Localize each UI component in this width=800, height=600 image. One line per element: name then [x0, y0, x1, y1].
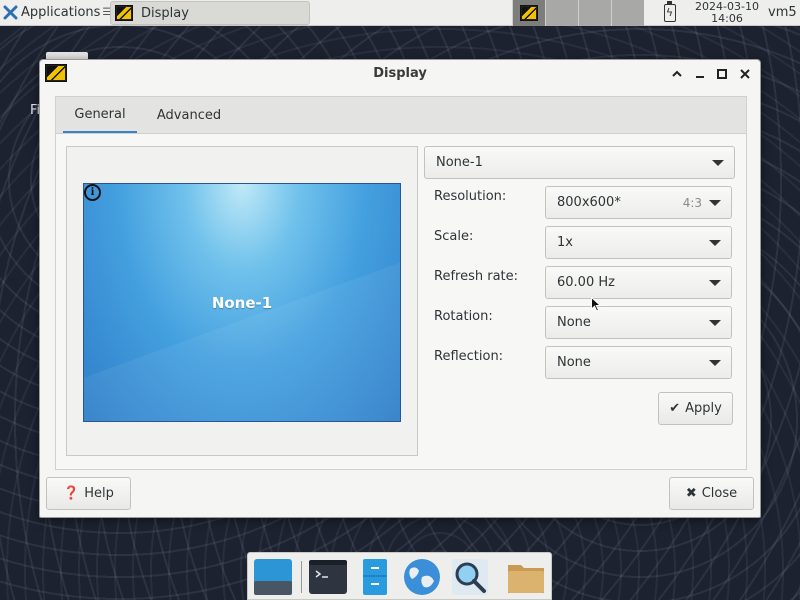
close-window-button[interactable] [736, 65, 754, 83]
display-preview-area: i None-1 [66, 146, 418, 456]
applications-label: Applications [21, 5, 101, 20]
taskbar-item-display[interactable]: Display [110, 1, 310, 25]
taskbar-item-label: Display [141, 5, 189, 21]
workspace-3[interactable] [578, 0, 611, 26]
desktop-icon [254, 559, 292, 595]
maximize-button[interactable] [713, 65, 731, 83]
dock-home-folder[interactable] [506, 557, 546, 597]
workspace-1[interactable] [512, 0, 545, 26]
dock-show-desktop[interactable] [253, 557, 293, 597]
chevron-down-icon [709, 360, 721, 366]
mouse-cursor-icon [591, 297, 601, 312]
resolution-select[interactable]: 800x600* 4:3 [545, 186, 732, 219]
user-menu[interactable]: vm5 [768, 5, 797, 20]
apply-button[interactable]: ✔ Apply [658, 392, 733, 425]
display-app-icon [115, 5, 133, 21]
display-app-icon [520, 5, 538, 21]
refresh-rate-select[interactable]: 60.00 Hz [545, 266, 732, 299]
dock-terminal[interactable] [308, 557, 348, 597]
clock[interactable]: 2024-03-10 14:06 [688, 0, 766, 25]
minimize-icon [696, 76, 704, 78]
dock [247, 552, 552, 600]
monitor-preview[interactable]: i None-1 [83, 183, 401, 422]
tab-advanced[interactable]: Advanced [148, 97, 230, 134]
help-label: Help [84, 486, 114, 501]
reflection-select[interactable]: None [545, 346, 732, 379]
search-icon [452, 559, 488, 595]
scale-label: Scale: [434, 229, 474, 244]
window-titlebar[interactable]: Display [40, 60, 760, 88]
reflection-label: Reflection: [434, 349, 504, 364]
top-panel: Applications ☰ Display 2024-03-10 14:06 … [0, 0, 800, 26]
window-title: Display [373, 66, 427, 81]
chevron-up-icon [672, 70, 682, 77]
rotation-value: None [557, 315, 591, 330]
output-select[interactable]: None-1 [424, 146, 735, 179]
rotation-select[interactable]: None [545, 306, 732, 339]
rotation-label: Rotation: [434, 309, 493, 324]
web-browser-icon [404, 559, 440, 595]
dock-web-browser[interactable] [402, 557, 442, 597]
refresh-rate-value: 60.00 Hz [557, 275, 615, 290]
display-settings-window: Display General Advanced i None-1 None-1 [39, 59, 761, 518]
output-select-value: None-1 [436, 155, 483, 170]
resolution-label: Resolution: [434, 189, 507, 204]
close-x-icon: ✖ [685, 486, 697, 501]
tab-bar: General Advanced [55, 96, 747, 134]
close-label: Close [701, 486, 738, 501]
battery-charging-icon[interactable] [664, 1, 676, 22]
dock-separator [301, 561, 302, 593]
reflection-value: None [557, 355, 591, 370]
clock-time: 14:06 [711, 12, 743, 25]
info-icon[interactable]: i [84, 184, 101, 201]
applications-menu[interactable]: Applications ☰ [0, 0, 115, 26]
scale-value: 1x [557, 235, 573, 250]
resolution-value: 800x600* [557, 195, 621, 210]
help-icon: ❓ [63, 486, 80, 501]
minimize-button[interactable] [691, 65, 709, 83]
file-manager-icon [363, 559, 387, 595]
chevron-down-icon [709, 320, 721, 326]
workspace-2[interactable] [545, 0, 578, 26]
close-icon [740, 69, 750, 79]
terminal-icon [309, 560, 347, 594]
aspect-ratio-hint: 4:3 [682, 196, 702, 210]
refresh-rate-label: Refresh rate: [434, 269, 519, 284]
chevron-down-icon [712, 160, 724, 166]
tab-general[interactable]: General [63, 97, 137, 134]
chevron-down-icon [709, 240, 721, 246]
help-button[interactable]: ❓ Help [46, 477, 131, 510]
xfce-mouse-icon [3, 5, 18, 20]
general-tab-panel: i None-1 None-1 Resolution: 800x600* 4:3… [55, 133, 747, 470]
workspace-switcher [512, 0, 644, 26]
chevron-down-icon [709, 280, 721, 286]
check-icon: ✔ [669, 401, 681, 416]
chevron-down-icon [709, 200, 721, 206]
close-button[interactable]: ✖ Close [669, 477, 754, 510]
scale-select[interactable]: 1x [545, 226, 732, 259]
monitor-name: None-1 [211, 293, 273, 312]
folder-icon [508, 565, 544, 593]
dock-file-manager[interactable] [355, 557, 395, 597]
dock-search[interactable] [450, 557, 490, 597]
apply-label: Apply [685, 401, 722, 416]
shade-button[interactable] [668, 65, 686, 83]
maximize-icon [717, 69, 727, 79]
workspace-4[interactable] [611, 0, 644, 26]
